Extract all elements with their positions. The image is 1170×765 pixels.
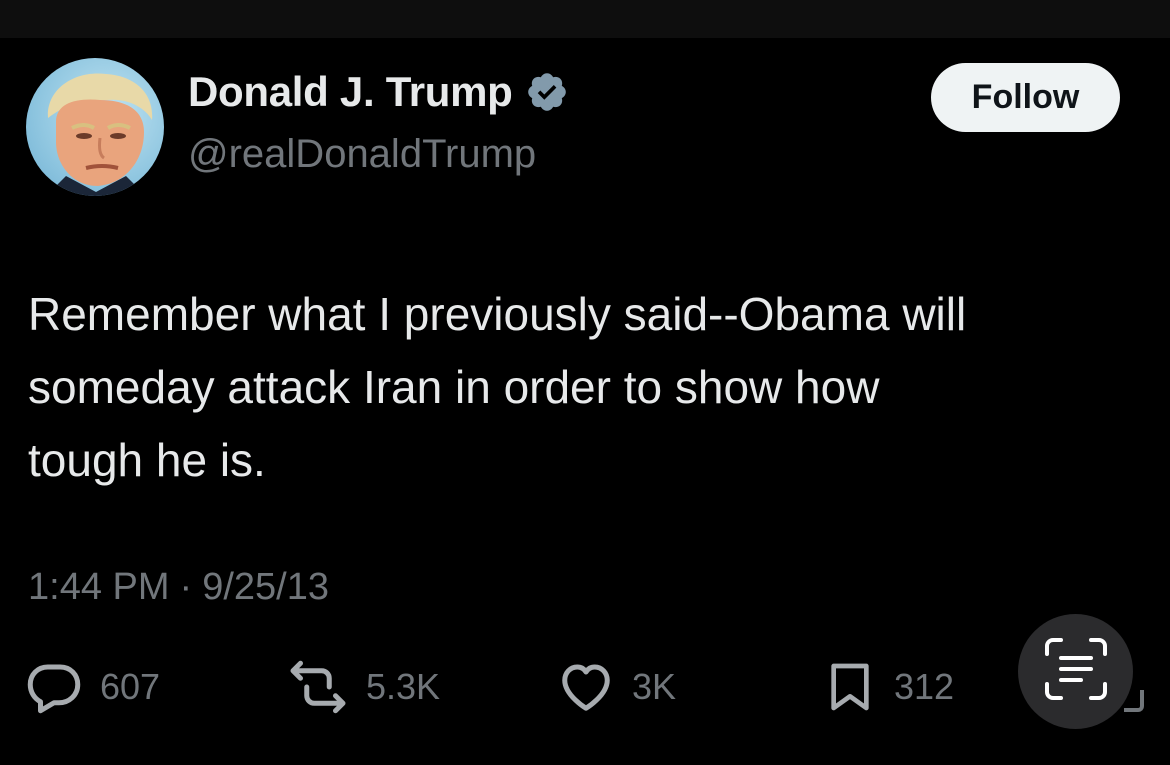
top-status-strip xyxy=(0,0,1170,38)
tweet-time: 1:44 PM xyxy=(28,566,170,608)
timestamp-separator: · xyxy=(179,566,193,608)
like-button[interactable]: 3K xyxy=(556,655,676,719)
text-scan-button[interactable] xyxy=(1018,614,1133,729)
reply-button[interactable]: 607 xyxy=(24,655,160,719)
bookmark-icon xyxy=(822,657,878,717)
tweet-text: Remember what I previously said--Obama w… xyxy=(28,288,967,486)
verified-badge-icon[interactable] xyxy=(525,70,569,114)
reply-count: 607 xyxy=(100,666,161,707)
retweet-count: 5.3K xyxy=(366,666,441,707)
retweet-icon xyxy=(286,657,350,717)
tweet-date: 9/25/13 xyxy=(202,566,329,608)
author-name-row: Donald J. Trump xyxy=(188,70,569,114)
heart-icon xyxy=(556,657,616,717)
tweet-action-bar: 607 5.3K 3K 312 xyxy=(24,655,1024,719)
follow-button[interactable]: Follow xyxy=(931,63,1120,132)
retweet-button[interactable]: 5.3K xyxy=(286,655,440,719)
avatar[interactable] xyxy=(26,58,164,196)
profile-photo xyxy=(46,73,153,196)
bookmark-count: 312 xyxy=(894,666,955,707)
author-display-name[interactable]: Donald J. Trump xyxy=(188,71,513,113)
bookmark-button[interactable]: 312 xyxy=(822,655,954,719)
tweet-timestamp[interactable]: 1:44 PM · 9/25/13 xyxy=(28,566,329,609)
like-count: 3K xyxy=(632,666,677,707)
share-icon-partial[interactable] xyxy=(1124,690,1144,712)
reply-icon xyxy=(24,657,84,717)
text-scan-icon xyxy=(1043,636,1109,707)
author-handle[interactable]: @realDonaldTrump xyxy=(188,134,536,174)
